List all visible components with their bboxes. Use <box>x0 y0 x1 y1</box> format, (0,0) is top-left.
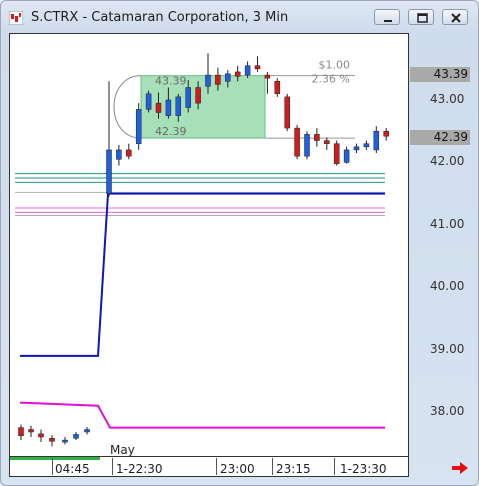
candle-body <box>185 87 191 108</box>
candle-body <box>195 87 201 104</box>
candle-body <box>383 130 389 137</box>
candle-body <box>314 134 320 141</box>
title-bar[interactable]: S.CTRX - Catamaran Corporation, 3 Min <box>1 1 478 33</box>
candle-body <box>116 149 122 160</box>
minimize-icon <box>384 20 392 22</box>
candle-body <box>38 433 44 438</box>
candle-body <box>225 73 231 82</box>
time-label: 1-23:30 <box>340 462 387 476</box>
blue-indicator-line <box>20 192 385 357</box>
chart-app-icon <box>9 11 23 25</box>
candle-body <box>244 65 251 76</box>
measure-bottom-price-label: 42.39 <box>155 125 187 138</box>
candle-body <box>234 71 241 77</box>
window-title: S.CTRX - Catamaran Corporation, 3 Min <box>31 10 289 25</box>
restore-icon <box>417 13 428 23</box>
session-indicator-bar <box>10 457 100 460</box>
candle-body <box>126 149 132 157</box>
candle-body <box>294 127 300 157</box>
scroll-right-arrow-icon[interactable] <box>451 461 469 475</box>
measure-percent-label: 2.36 % <box>312 73 350 86</box>
close-icon <box>451 13 461 23</box>
candle-body <box>215 74 221 85</box>
candle-body <box>333 143 340 164</box>
candle-body <box>73 434 79 439</box>
restore-button[interactable] <box>408 9 434 25</box>
time-divider <box>52 458 53 475</box>
candle-body <box>343 149 350 163</box>
ytick-42: 42.00 <box>430 154 465 168</box>
candle-body <box>205 74 211 87</box>
candle-body <box>264 74 271 79</box>
candle-body <box>49 437 55 442</box>
ytick-41: 41.00 <box>430 217 465 231</box>
candle-body <box>353 146 360 151</box>
candle-body <box>254 65 261 70</box>
candle-body <box>284 96 290 129</box>
candle-body <box>28 429 34 433</box>
candle-body <box>84 429 90 433</box>
candle-body <box>324 140 330 144</box>
time-divider <box>112 458 113 475</box>
high-price-marker: 43.39 <box>410 67 470 82</box>
candle-body <box>304 134 310 157</box>
time-divider <box>216 458 217 475</box>
time-divider <box>334 458 335 475</box>
chart-canvas: $1.002.36 % 43.39 42.39 <box>15 53 389 447</box>
candle-body <box>274 81 281 95</box>
candle-body <box>106 149 112 194</box>
ytick-38: 38.00 <box>430 404 465 418</box>
ytick-43: 43.00 <box>430 92 465 106</box>
magenta-indicator-line <box>19 401 385 429</box>
month-label: May <box>110 443 135 457</box>
current-price-marker: 42.39 <box>410 130 470 145</box>
time-label: 1-22:30 <box>116 462 163 476</box>
time-label: 23:15 <box>276 462 311 476</box>
ytick-39: 39.00 <box>430 342 465 356</box>
measure-change-label: $1.00 <box>319 59 351 72</box>
candle-body <box>155 102 162 113</box>
minimize-button[interactable] <box>374 9 400 25</box>
candle-body <box>175 96 182 116</box>
candle-body <box>165 99 172 116</box>
candle-body <box>145 93 152 110</box>
chart-plot-area[interactable]: $1.00 2.36 % 43.39 42.39 <box>9 33 409 457</box>
time-divider <box>272 458 273 475</box>
candle-body <box>363 143 370 148</box>
candle-body <box>18 427 24 436</box>
candle-body <box>135 109 142 144</box>
time-label: 23:00 <box>220 462 255 476</box>
measure-top-price-label: 43.39 <box>155 75 187 88</box>
candle-body <box>373 130 380 151</box>
ytick-40: 40.00 <box>430 279 465 293</box>
time-label: 04:45 <box>55 462 90 476</box>
close-button[interactable] <box>442 9 468 25</box>
candle-body <box>62 439 68 443</box>
